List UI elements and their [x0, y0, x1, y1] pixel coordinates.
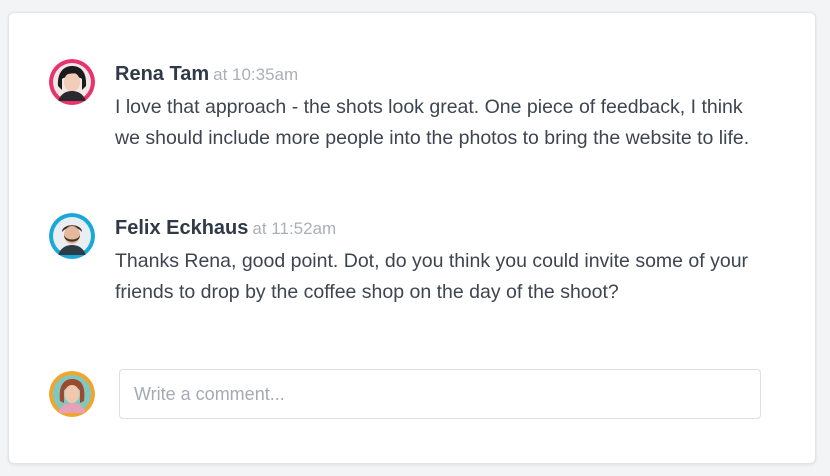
comment-input[interactable] — [119, 369, 761, 419]
avatar-rena[interactable] — [49, 59, 95, 105]
comment-text: I love that approach - the shots look gr… — [115, 96, 750, 149]
comment-author[interactable]: Rena Tam — [115, 63, 209, 85]
comment-author[interactable]: Felix Eckhaus — [115, 217, 248, 239]
comment-timestamp: at 10:35am — [213, 65, 299, 84]
comments-card: Rena Tam at 10:35am I love that approach … — [8, 12, 816, 464]
comment-text: Thanks Rena, good point. Dot, do you thi… — [115, 250, 749, 303]
comment-timestamp: at 11:52am — [252, 219, 337, 238]
comment-item: Rena Tam at 10:35am I love that approach … — [49, 59, 755, 154]
current-user-avatar — [49, 371, 95, 417]
comment-composer — [49, 369, 761, 419]
avatar-felix[interactable] — [49, 213, 95, 259]
comment-item: Felix Eckhaus at 11:52am Thanks Rena, goo… — [49, 213, 755, 308]
